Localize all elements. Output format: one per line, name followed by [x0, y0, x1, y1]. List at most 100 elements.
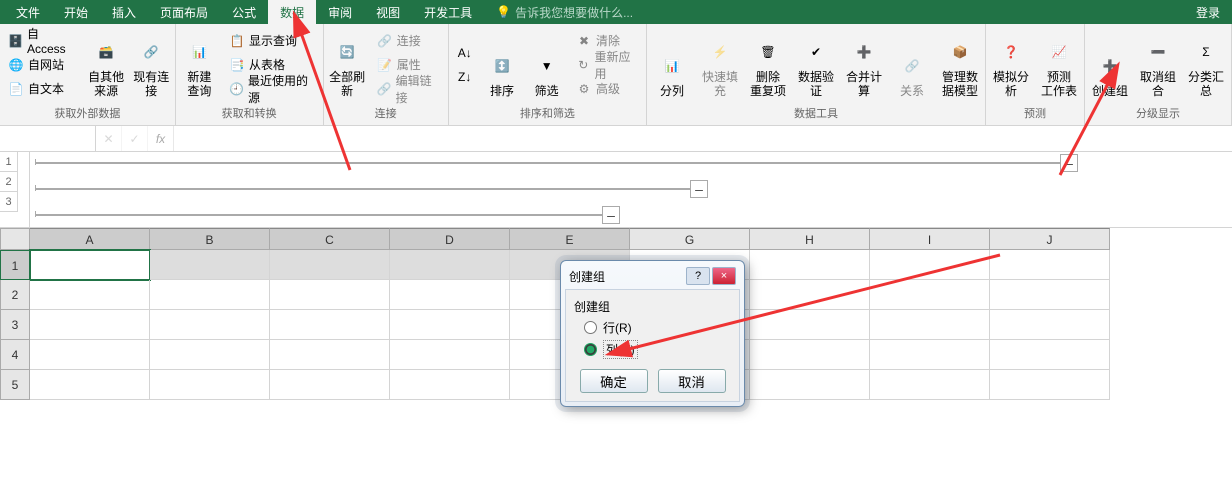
from-text-button[interactable]: 📄自文本 [4, 78, 80, 100]
text-to-columns-button[interactable]: 📊分列 [651, 31, 693, 99]
group-button[interactable]: ➕创建组 [1089, 31, 1131, 99]
group-label-transform: 获取和转换 [180, 103, 319, 123]
create-group-dialog: 创建组 ? × 创建组 行(R) 列(C) 确定 取消 [560, 260, 745, 407]
cell-a2[interactable] [30, 280, 150, 310]
cell-b1[interactable] [150, 250, 270, 280]
login-link[interactable]: 登录 [1184, 0, 1232, 25]
col-header-d[interactable]: D [390, 228, 510, 250]
sort-button[interactable]: ↕️排序 [483, 31, 522, 99]
row-header-4[interactable]: 4 [0, 340, 30, 370]
group-label-ext: 获取外部数据 [4, 103, 171, 123]
cancel-formula-icon: ✕ [96, 126, 122, 151]
cell-j1[interactable] [990, 250, 1110, 280]
outline-level-3[interactable]: 3 [0, 192, 18, 212]
radio-columns[interactable]: 列(C) [584, 340, 731, 359]
outline-collapse-1[interactable]: – [1060, 154, 1078, 172]
tab-data[interactable]: 数据 [268, 0, 316, 25]
flash-icon: ⚡ [704, 37, 736, 69]
cell-i1[interactable] [870, 250, 990, 280]
group-label-sort: 排序和筛选 [453, 103, 642, 123]
dialog-help-button[interactable]: ? [686, 267, 710, 285]
group-label-conn: 连接 [328, 103, 444, 123]
col-header-e[interactable]: E [510, 228, 630, 250]
edit-links-button[interactable]: 🔗编辑链接 [373, 78, 444, 100]
row-header-5[interactable]: 5 [0, 370, 30, 400]
outline-level-2[interactable]: 2 [0, 172, 18, 192]
tab-home[interactable]: 开始 [52, 0, 100, 25]
dialog-group-label: 创建组 [574, 298, 731, 315]
advanced-filter-button[interactable]: ⚙高级 [572, 78, 642, 100]
sort-asc-icon: A↓ [457, 45, 473, 61]
sort-asc-button[interactable]: A↓ [453, 42, 477, 64]
col-header-a[interactable]: A [30, 228, 150, 250]
cell-h1[interactable] [750, 250, 870, 280]
existing-conn-icon: 🔗 [135, 37, 167, 69]
select-all-corner[interactable] [0, 228, 30, 250]
dialog-ok-button[interactable]: 确定 [580, 369, 648, 393]
model-icon: 📦 [944, 37, 976, 69]
remove-duplicates-button[interactable]: 🗑删除 重复项 [747, 31, 789, 99]
col-header-h[interactable]: H [750, 228, 870, 250]
other-sources-button[interactable]: 🗃️自其他来源 [86, 31, 125, 99]
col-header-c[interactable]: C [270, 228, 390, 250]
radio-rows[interactable]: 行(R) [584, 319, 731, 336]
name-box[interactable] [0, 126, 96, 151]
tab-review[interactable]: 审阅 [316, 0, 364, 25]
row-header-2[interactable]: 2 [0, 280, 30, 310]
tell-me-search[interactable]: 💡 告诉我您想要做什么... [484, 0, 1184, 25]
recent-sources-button[interactable]: 🕘最近使用的源 [225, 78, 318, 100]
new-query-button[interactable]: 📊新建 查询 [180, 31, 219, 99]
tab-insert[interactable]: 插入 [100, 0, 148, 25]
tab-file[interactable]: 文件 [4, 0, 52, 25]
col-header-i[interactable]: I [870, 228, 990, 250]
consolidate-button[interactable]: ➕合并计算 [843, 31, 885, 99]
outline-collapse-3[interactable]: – [602, 206, 620, 224]
cell-d1[interactable] [390, 250, 510, 280]
col-header-j[interactable]: J [990, 228, 1110, 250]
whatif-button[interactable]: ❓模拟分析 [990, 31, 1032, 99]
existing-connections-button[interactable]: 🔗现有连接 [132, 31, 171, 99]
refresh-icon: 🔄 [331, 37, 363, 69]
refresh-all-button[interactable]: 🔄全部刷新 [328, 31, 367, 99]
row-header-3[interactable]: 3 [0, 310, 30, 340]
show-queries-icon: 📋 [229, 33, 245, 49]
sort-desc-button[interactable]: Z↓ [453, 66, 477, 88]
subtotal-button[interactable]: Σ分类汇总 [1185, 31, 1227, 99]
formula-input[interactable] [174, 126, 1232, 151]
col-header-b[interactable]: B [150, 228, 270, 250]
tab-dev[interactable]: 开发工具 [412, 0, 484, 25]
forecast-sheet-button[interactable]: 📈预测 工作表 [1038, 31, 1080, 99]
clear-icon: ✖ [576, 33, 592, 49]
dialog-cancel-button[interactable]: 取消 [658, 369, 726, 393]
edit-links-icon: 🔗 [377, 81, 392, 97]
row-header-1[interactable]: 1 [0, 250, 30, 280]
filter-button[interactable]: ▼筛选 [527, 31, 566, 99]
ungroup-button[interactable]: ➖取消组合 [1137, 31, 1179, 99]
connections-button[interactable]: 🔗连接 [373, 30, 444, 52]
other-sources-icon: 🗃️ [90, 37, 122, 69]
data-model-button[interactable]: 📦管理数 据模型 [939, 31, 981, 99]
from-web-button[interactable]: 🌐自网站 [4, 54, 80, 76]
flash-fill-button[interactable]: ⚡快速填充 [699, 31, 741, 99]
from-access-button[interactable]: 🗄️自 Access [4, 30, 80, 52]
data-validation-button[interactable]: ✔数据验 证 [795, 31, 837, 99]
outline-collapse-2[interactable]: – [690, 180, 708, 198]
tab-formula[interactable]: 公式 [220, 0, 268, 25]
show-queries-button[interactable]: 📋显示查询 [225, 30, 318, 52]
relationships-button[interactable]: 🔗关系 [891, 31, 933, 99]
whatif-icon: ❓ [995, 37, 1027, 69]
outline-level-1[interactable]: 1 [0, 152, 18, 172]
cell-a1[interactable] [30, 250, 150, 280]
tab-view[interactable]: 视图 [364, 0, 412, 25]
dialog-close-button[interactable]: × [712, 267, 736, 285]
sort-icon: ↕️ [486, 51, 518, 83]
cell-c1[interactable] [270, 250, 390, 280]
group-label-forecast: 预测 [990, 103, 1080, 123]
reapply-button[interactable]: ↻重新应用 [572, 54, 642, 76]
ungroup-icon: ➖ [1142, 37, 1174, 69]
tab-layout[interactable]: 页面布局 [148, 0, 220, 25]
fx-button[interactable]: fx [148, 126, 174, 151]
subtotal-icon: Σ [1190, 37, 1222, 69]
col-header-g[interactable]: G [630, 228, 750, 250]
group-label-outline: 分级显示 [1089, 103, 1227, 123]
